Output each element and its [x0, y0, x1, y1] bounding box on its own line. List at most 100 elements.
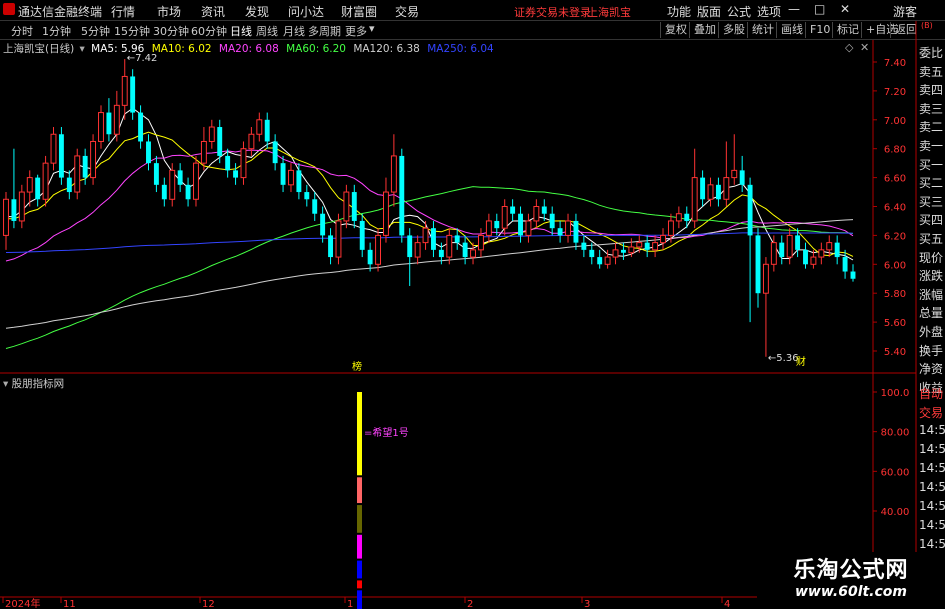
candle-body-up [343, 191, 350, 222]
candle-body-up [477, 234, 484, 251]
trade-time: 14:56 [919, 423, 945, 437]
candle-body-up [208, 126, 215, 142]
candle-body-down [161, 184, 167, 200]
date-tick-label: 11 [63, 599, 76, 609]
candle-body-up [422, 227, 429, 244]
candle-body-down [779, 242, 785, 258]
candle-body-down [272, 141, 278, 164]
candle-body-down [850, 271, 856, 279]
candle-body-up [90, 140, 97, 179]
ma120-line [5, 219, 854, 329]
candle-body-up [446, 234, 453, 258]
date-tick-label: 1 [347, 599, 353, 609]
candle-body-down [684, 213, 690, 221]
quote-label: 卖五 [919, 64, 944, 79]
candle-body-down [700, 177, 706, 200]
candle-body-down [573, 220, 579, 243]
candle-body-down [264, 119, 270, 142]
quote-label: 总量 [919, 306, 944, 321]
brand-title: 乐淘公式网 [793, 558, 909, 583]
sub-tick-label: 40.00 [881, 507, 910, 518]
candle-body-down [367, 249, 373, 265]
trade-time: 14:56 [919, 442, 945, 456]
candle-body-up [248, 133, 255, 150]
candle-body-up [485, 220, 492, 236]
quote-label: 委比 [919, 46, 944, 60]
quote-label: 外盘 [919, 325, 944, 339]
signal-bar-segment [357, 392, 362, 476]
candle-body-down [130, 76, 136, 113]
candle-body-up [383, 191, 389, 236]
candle-body-down [359, 220, 365, 250]
candle-body-down [755, 235, 761, 294]
candle-body-down [82, 155, 88, 178]
candle-body-up [414, 242, 421, 258]
candle-body-down [217, 127, 223, 156]
trade-time: 14:56 [919, 537, 945, 551]
candle-body-down [462, 242, 468, 258]
sub-indicator-bars [357, 392, 362, 609]
candle-body-up [762, 263, 769, 294]
signal-label: =希望1号 [364, 426, 409, 439]
candle-body-down [541, 206, 547, 214]
candle-body-down [407, 235, 413, 258]
candle-body-down [399, 155, 405, 236]
candle-body-up [667, 220, 674, 236]
high-price-label: ←7.42 [127, 53, 158, 64]
trade-time: 14:56 [919, 499, 945, 513]
price-tick-label: 6.60 [884, 174, 906, 185]
candle-body-up [42, 162, 49, 200]
candle-body-down [153, 163, 159, 185]
auto-trade-label[interactable]: 交易 [919, 404, 945, 421]
candle-body-down [842, 257, 848, 272]
low-price-label: ←5.36 [768, 353, 799, 364]
brand-watermark: 乐淘公式网 www.60lt.com [757, 552, 945, 609]
price-tick-label: 6.80 [884, 145, 906, 156]
price-tick-label: 5.80 [884, 289, 906, 300]
candle-body-up [50, 133, 57, 164]
candle-body-down [644, 242, 650, 250]
candle-body-up [628, 246, 635, 254]
price-axis: 7.40 7.20 7.00 6.80 6.60 6.40 6.20 6.00 5.80 5.60… [873, 58, 906, 358]
quote-label: 换手 [919, 343, 944, 358]
price-tick-label: 5.60 [884, 318, 906, 329]
brand-url: www.60lt.com [794, 584, 908, 600]
quote-label: 卖四 [919, 83, 944, 98]
candle-body-down [549, 213, 555, 229]
candle-body-down [225, 155, 231, 171]
quote-label: 买四 [919, 213, 944, 228]
candle-body-up [335, 220, 342, 258]
candle-body-up [390, 155, 397, 193]
quote-label: 卖二 [919, 120, 944, 135]
candle-body-up [470, 249, 476, 258]
candle-body-down [320, 213, 326, 236]
candle-body-up [723, 177, 730, 200]
candle-body-up [818, 249, 825, 258]
price-tick-label: 7.40 [884, 58, 906, 69]
sub-tick-label: 100.0 [881, 388, 910, 399]
candle-body-down [280, 163, 286, 185]
candle-body-up [3, 198, 9, 236]
candle-body-down [431, 228, 436, 250]
bang-marker: 榜 [352, 360, 362, 373]
candle-body-down [589, 249, 595, 258]
candle-body-down [185, 184, 191, 200]
candle-body-up [256, 119, 263, 135]
kline-chart[interactable]: 7.40 7.20 7.00 6.80 6.60 6.40 6.20 6.00 5.80 5.60… [0, 0, 945, 609]
candle-body-up [660, 234, 666, 244]
candle-body-down [11, 199, 17, 221]
candle-body-down [557, 228, 563, 236]
date-tick-label: 12 [202, 599, 215, 609]
quote-label: 净资 [919, 362, 944, 377]
candle-body-down [312, 199, 318, 214]
quote-label: 买一 [919, 157, 944, 172]
candle-body-down [597, 257, 603, 265]
candle-body-up [786, 234, 793, 258]
chart-frame [0, 21, 917, 609]
auto-trade-label[interactable]: 自动 [919, 385, 945, 402]
candle-body-up [636, 242, 643, 248]
sub-tick-label: 60.00 [881, 467, 910, 478]
candle-body-up [810, 256, 817, 265]
candle-body-down [518, 213, 523, 236]
candle-body-down [328, 235, 334, 258]
